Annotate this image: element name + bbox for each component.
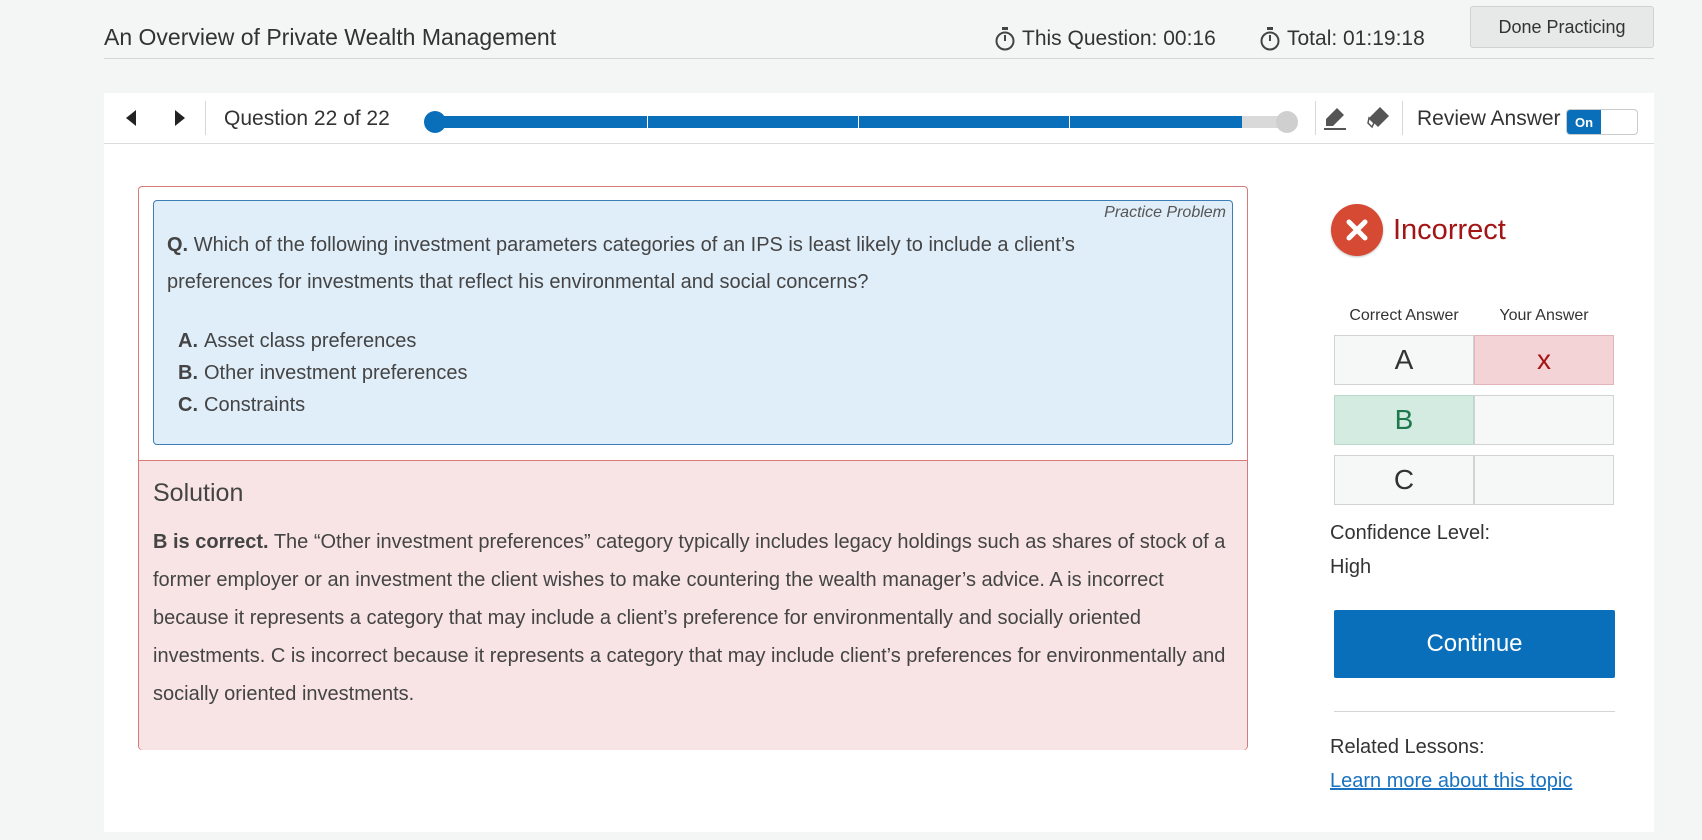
header-bar: An Overview of Private Wealth Management…	[104, 0, 1654, 59]
done-practicing-button[interactable]: Done Practicing	[1470, 6, 1654, 48]
question-card: Practice Problem Q. Which of the followi…	[138, 186, 1248, 750]
progress-handle[interactable]	[424, 111, 446, 133]
correct-answer-header: Correct Answer	[1349, 307, 1459, 324]
stopwatch-icon	[1260, 27, 1280, 51]
main-panel: Practice Problem Q. Which of the followi…	[104, 144, 1654, 832]
solution-section: Solution B is correct. The “Other invest…	[139, 460, 1247, 750]
progress-slider[interactable]	[424, 111, 1298, 133]
progress-tick	[1069, 114, 1070, 130]
total-timer-text: Total: 01:19:18	[1287, 27, 1425, 50]
question-nav-bar: Question 22 of 22 Review Answer On	[104, 93, 1654, 144]
eraser-icon	[1367, 107, 1389, 129]
question-timer-text: This Question: 00:16	[1022, 27, 1216, 50]
answer-choices: A. Asset class preferences B. Other invest…	[178, 325, 467, 421]
toggle-on-state: On	[1567, 110, 1601, 134]
result-text: Incorrect	[1393, 213, 1506, 246]
solution-title: Solution	[153, 479, 244, 507]
progress-end-marker	[1276, 111, 1298, 133]
stopwatch-icon	[995, 27, 1015, 51]
divider	[1334, 711, 1615, 712]
solution-lead: B is correct.	[153, 531, 269, 553]
your-answer-cell-b	[1474, 395, 1614, 445]
confidence-value: High	[1330, 556, 1372, 578]
learn-more-link[interactable]: Learn more about this topic	[1330, 770, 1572, 793]
highlighter-icon	[1324, 108, 1346, 130]
previous-question-button[interactable]	[118, 105, 144, 131]
your-answer-cell-c	[1474, 455, 1614, 505]
your-answer-cell-a: x	[1474, 335, 1614, 385]
answer-cell-b: B	[1334, 395, 1474, 445]
solution-body: The “Other investment preferences” categ…	[153, 531, 1226, 705]
caret-left-icon	[126, 110, 136, 126]
question-counter: Question 22 of 22	[224, 107, 390, 130]
answer-cell-c: C	[1334, 455, 1474, 505]
related-lessons-label: Related Lessons:	[1330, 736, 1485, 758]
continue-button[interactable]: Continue	[1334, 610, 1615, 678]
question-timer: This Question: 00:16	[994, 27, 1216, 51]
review-answer-label: Review Answer	[1417, 107, 1561, 130]
progress-fill	[432, 116, 1243, 128]
choice-a: A. Asset class preferences	[178, 330, 417, 352]
eraser-button[interactable]	[1363, 103, 1393, 133]
progress-tick	[858, 114, 859, 130]
highlighter-button[interactable]	[1320, 103, 1350, 133]
question-box: Practice Problem Q. Which of the followi…	[153, 200, 1233, 445]
result-status: Incorrect	[1331, 204, 1506, 256]
practice-problem-tag: Practice Problem	[1104, 204, 1226, 221]
question-text: Q. Which of the following investment par…	[167, 227, 1167, 301]
incorrect-icon	[1331, 204, 1383, 256]
total-timer: Total: 01:19:18	[1259, 27, 1425, 51]
page-title: An Overview of Private Wealth Management	[104, 24, 557, 50]
answer-cell-a: A	[1334, 335, 1474, 385]
your-answer-header: Your Answer	[1499, 307, 1589, 324]
choice-c: C. Constraints	[178, 394, 306, 416]
confidence-label: Confidence Level:	[1330, 522, 1491, 544]
caret-right-icon	[175, 110, 185, 126]
question-prefix: Q.	[167, 234, 189, 256]
choice-b: B. Other investment preferences	[178, 362, 468, 384]
question-body: Which of the following investment parame…	[167, 234, 1075, 293]
next-question-button[interactable]	[167, 105, 193, 131]
review-answer-toggle[interactable]: On	[1566, 109, 1638, 135]
divider	[1402, 101, 1403, 135]
solution-text: B is correct. The “Other investment pref…	[153, 523, 1228, 713]
divider	[1315, 101, 1316, 135]
divider	[205, 101, 206, 135]
progress-tick	[647, 114, 648, 130]
